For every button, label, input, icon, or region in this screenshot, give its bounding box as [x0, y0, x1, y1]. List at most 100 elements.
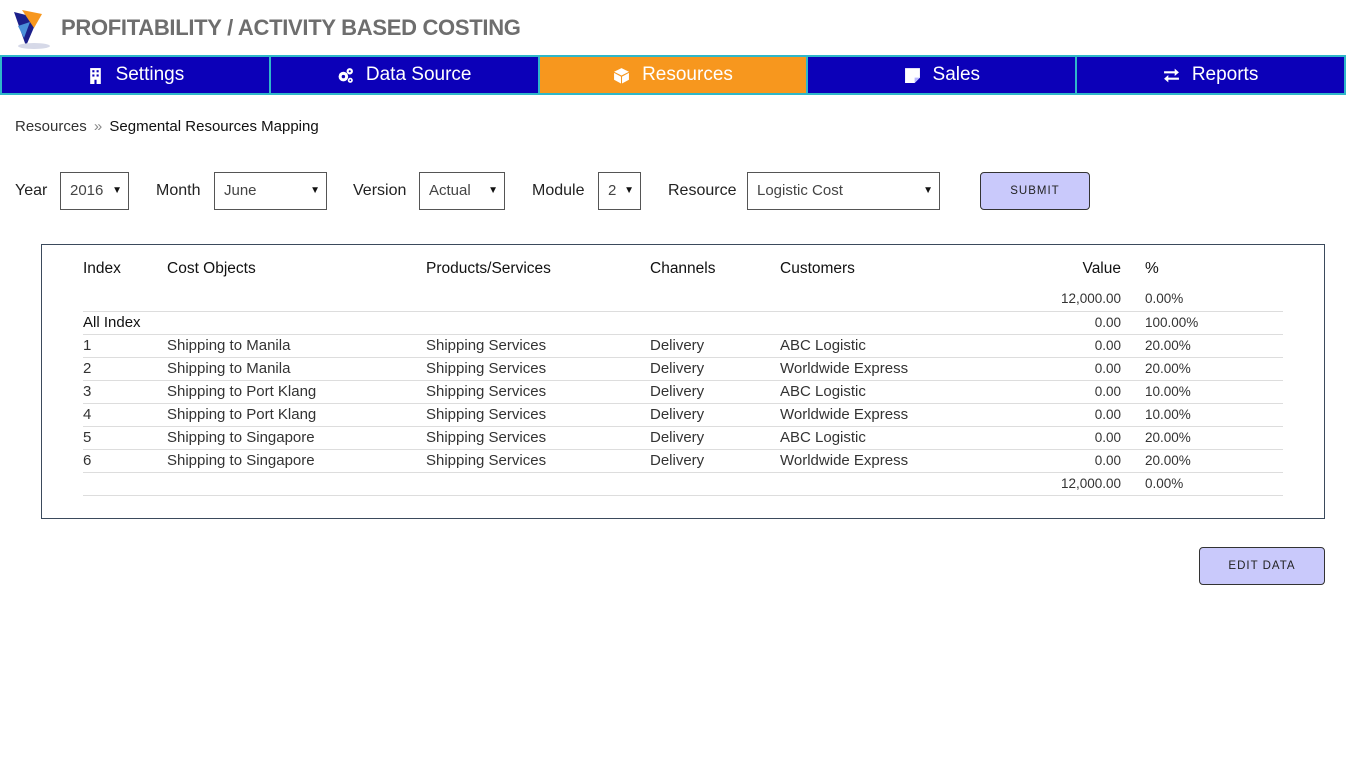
month-label: Month [156, 182, 201, 199]
row-product: Shipping Services [426, 406, 547, 423]
row-customer: ABC Logistic [780, 383, 866, 400]
mapping-table-panel: Index Cost Objects Products/Services Cha… [41, 244, 1325, 519]
nav-sales[interactable]: Sales [808, 57, 1078, 93]
edit-data-button[interactable]: EDIT DATA [1199, 547, 1325, 585]
nav-resources[interactable]: Resources [539, 57, 809, 93]
resource-select-value: Logistic Cost [757, 182, 843, 199]
row-value: 0.00 [1094, 407, 1121, 422]
bottom-total-row: 12,000.00 0.00% [83, 473, 1283, 496]
module-select-value: 2 [608, 182, 617, 199]
bottom-total-value: 12,000.00 [1060, 476, 1121, 491]
row-value: 0.00 [1094, 430, 1121, 445]
year-select-value: 2016 [70, 182, 104, 199]
breadcrumb-root[interactable]: Resources [15, 118, 87, 135]
row-customer: Worldwide Express [780, 452, 909, 469]
nav-reports-label: Reports [1191, 64, 1259, 85]
nav-reports[interactable]: Reports [1077, 57, 1346, 93]
row-cost-object: Shipping to Manila [167, 337, 291, 354]
row-product: Shipping Services [426, 337, 547, 354]
logo-icon[interactable] [12, 8, 52, 50]
table-row[interactable]: 4 Shipping to Port Klang Shipping Servic… [83, 404, 1283, 427]
app-title: PROFITABILITY / ACTIVITY BASED COSTING [61, 15, 521, 40]
row-index: 4 [83, 406, 92, 423]
breadcrumb-separator: » [93, 118, 103, 135]
row-customer: Worldwide Express [780, 360, 909, 377]
header-index: Index [83, 260, 121, 277]
nav-data-source[interactable]: Data Source [270, 57, 540, 93]
row-product: Shipping Services [426, 383, 547, 400]
nav-settings[interactable]: Settings [0, 57, 271, 93]
month-select[interactable]: June ▼ [214, 172, 327, 210]
header-channels: Channels [650, 260, 716, 277]
year-label: Year [15, 182, 48, 199]
row-value: 0.00 [1094, 361, 1121, 376]
version-caret-icon: ▼ [488, 185, 498, 196]
header-cost-objects: Cost Objects [167, 260, 256, 277]
table-row[interactable]: 3 Shipping to Port Klang Shipping Servic… [83, 381, 1283, 404]
bottom-total-percent: 0.00% [1145, 476, 1184, 491]
breadcrumb: Resources » Segmental Resources Mapping [15, 118, 319, 135]
nav-resources-label: Resources [642, 64, 733, 85]
row-percent: 20.00% [1145, 338, 1191, 353]
exchange-arrows-icon [1163, 68, 1179, 82]
row-channel: Delivery [650, 360, 705, 377]
row-cost-object: Shipping to Singapore [167, 429, 315, 446]
row-index: 3 [83, 383, 92, 400]
resource-caret-icon: ▼ [923, 185, 933, 196]
header-value: Value [1082, 260, 1122, 277]
row-index: 2 [83, 360, 92, 377]
row-cost-object: Shipping to Port Klang [167, 406, 317, 423]
nav-data-source-label: Data Source [365, 64, 472, 85]
row-product: Shipping Services [426, 429, 547, 446]
top-total-percent: 0.00% [1145, 291, 1184, 306]
module-select[interactable]: 2 ▼ [598, 172, 641, 210]
table-row[interactable]: 1 Shipping to Manila Shipping Services D… [83, 335, 1283, 358]
breadcrumb-current: Segmental Resources Mapping [109, 118, 319, 135]
module-label: Module [532, 182, 585, 199]
app-header: PROFITABILITY / ACTIVITY BASED COSTING [0, 0, 1346, 55]
resource-label: Resource [668, 182, 737, 199]
mapping-table: Index Cost Objects Products/Services Cha… [83, 258, 1283, 496]
row-channel: Delivery [650, 452, 705, 469]
row-index: 1 [83, 337, 92, 354]
nav-settings-label: Settings [115, 64, 185, 85]
resource-select[interactable]: Logistic Cost ▼ [747, 172, 940, 210]
header-products: Products/Services [426, 260, 551, 277]
row-index: 6 [83, 452, 92, 469]
top-total-value: 12,000.00 [1060, 291, 1121, 306]
row-percent: 20.00% [1145, 430, 1191, 445]
row-percent: 10.00% [1145, 407, 1191, 422]
header-percent: % [1145, 260, 1159, 277]
header-customers: Customers [780, 260, 855, 277]
version-label: Version [353, 182, 407, 199]
nav-sales-label: Sales [932, 64, 981, 85]
all-index-percent: 100.00% [1145, 315, 1199, 330]
gears-icon [338, 67, 353, 83]
table-row[interactable]: 6 Shipping to Singapore Shipping Service… [83, 450, 1283, 473]
year-select[interactable]: 2016 ▼ [60, 172, 129, 210]
submit-button[interactable]: SUBMIT [980, 172, 1090, 210]
table-row[interactable]: 5 Shipping to Singapore Shipping Service… [83, 427, 1283, 450]
row-customer: ABC Logistic [780, 337, 866, 354]
year-caret-icon: ▼ [112, 185, 122, 196]
all-index-value: 0.00 [1094, 315, 1121, 330]
row-channel: Delivery [650, 337, 705, 354]
building-icon [89, 67, 101, 84]
row-cost-object: Shipping to Singapore [167, 452, 315, 469]
row-channel: Delivery [650, 383, 705, 400]
row-channel: Delivery [650, 406, 705, 423]
month-caret-icon: ▼ [310, 185, 320, 196]
version-select[interactable]: Actual ▼ [419, 172, 505, 210]
all-index-row[interactable]: All Index 0.00 100.00% [83, 312, 1283, 335]
table-row[interactable]: 2 Shipping to Manila Shipping Services D… [83, 358, 1283, 381]
cube-icon [614, 67, 630, 83]
row-product: Shipping Services [426, 452, 547, 469]
sticky-note-icon [904, 67, 920, 83]
row-percent: 20.00% [1145, 453, 1191, 468]
table-header: Index Cost Objects Products/Services Cha… [83, 258, 1283, 288]
row-cost-object: Shipping to Port Klang [167, 383, 317, 400]
row-channel: Delivery [650, 429, 705, 446]
top-total-row: 12,000.00 0.00% [83, 288, 1283, 312]
all-index-label: All Index [83, 314, 141, 331]
month-select-value: June [224, 182, 257, 199]
